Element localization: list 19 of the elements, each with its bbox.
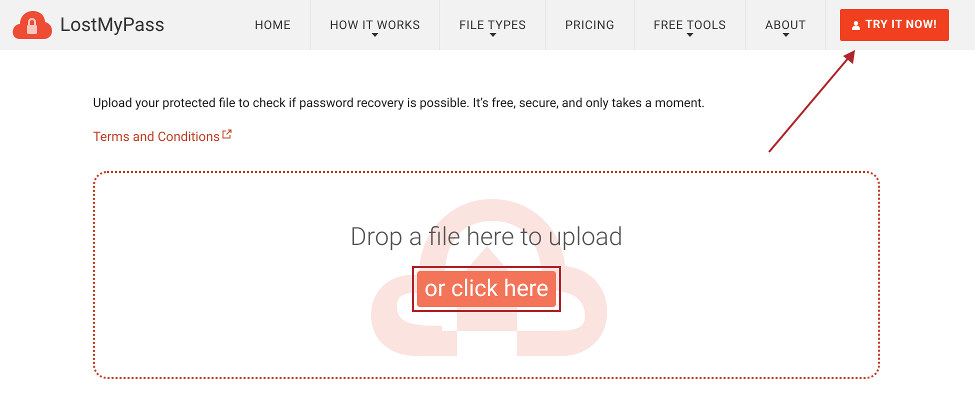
nav-link[interactable]: HOME	[236, 0, 310, 50]
nav-link[interactable]: FILE TYPES	[439, 0, 546, 50]
intro-text: Upload your protected file to check if password recovery is possible. It’s free, secure, and only takes a moment.	[93, 95, 706, 113]
logo-text[interactable]: LostMyPass	[60, 10, 164, 40]
upload-title: Drop a file here to upload	[350, 222, 623, 254]
cloud-lock-icon	[12, 9, 52, 41]
nav-link[interactable]: FREE TOOLS	[634, 0, 746, 50]
user-icon	[852, 20, 860, 30]
upload-drop-zone[interactable]: Drop a file here to upload or click here	[93, 171, 880, 380]
nav-link[interactable]: HOW IT WORKS	[310, 0, 440, 50]
nav-link[interactable]: PRICING	[545, 0, 634, 50]
nav-link[interactable]: ABOUT	[745, 0, 826, 50]
caret-down-icon	[686, 33, 694, 37]
caret-down-icon	[489, 33, 496, 37]
try-it-now-button[interactable]: TRY IT NOW!	[840, 9, 949, 41]
caret-down-icon	[372, 33, 378, 37]
external-link-icon	[222, 128, 232, 139]
terms-link[interactable]: Terms and Conditions	[93, 128, 220, 148]
caret-down-icon	[782, 33, 790, 37]
